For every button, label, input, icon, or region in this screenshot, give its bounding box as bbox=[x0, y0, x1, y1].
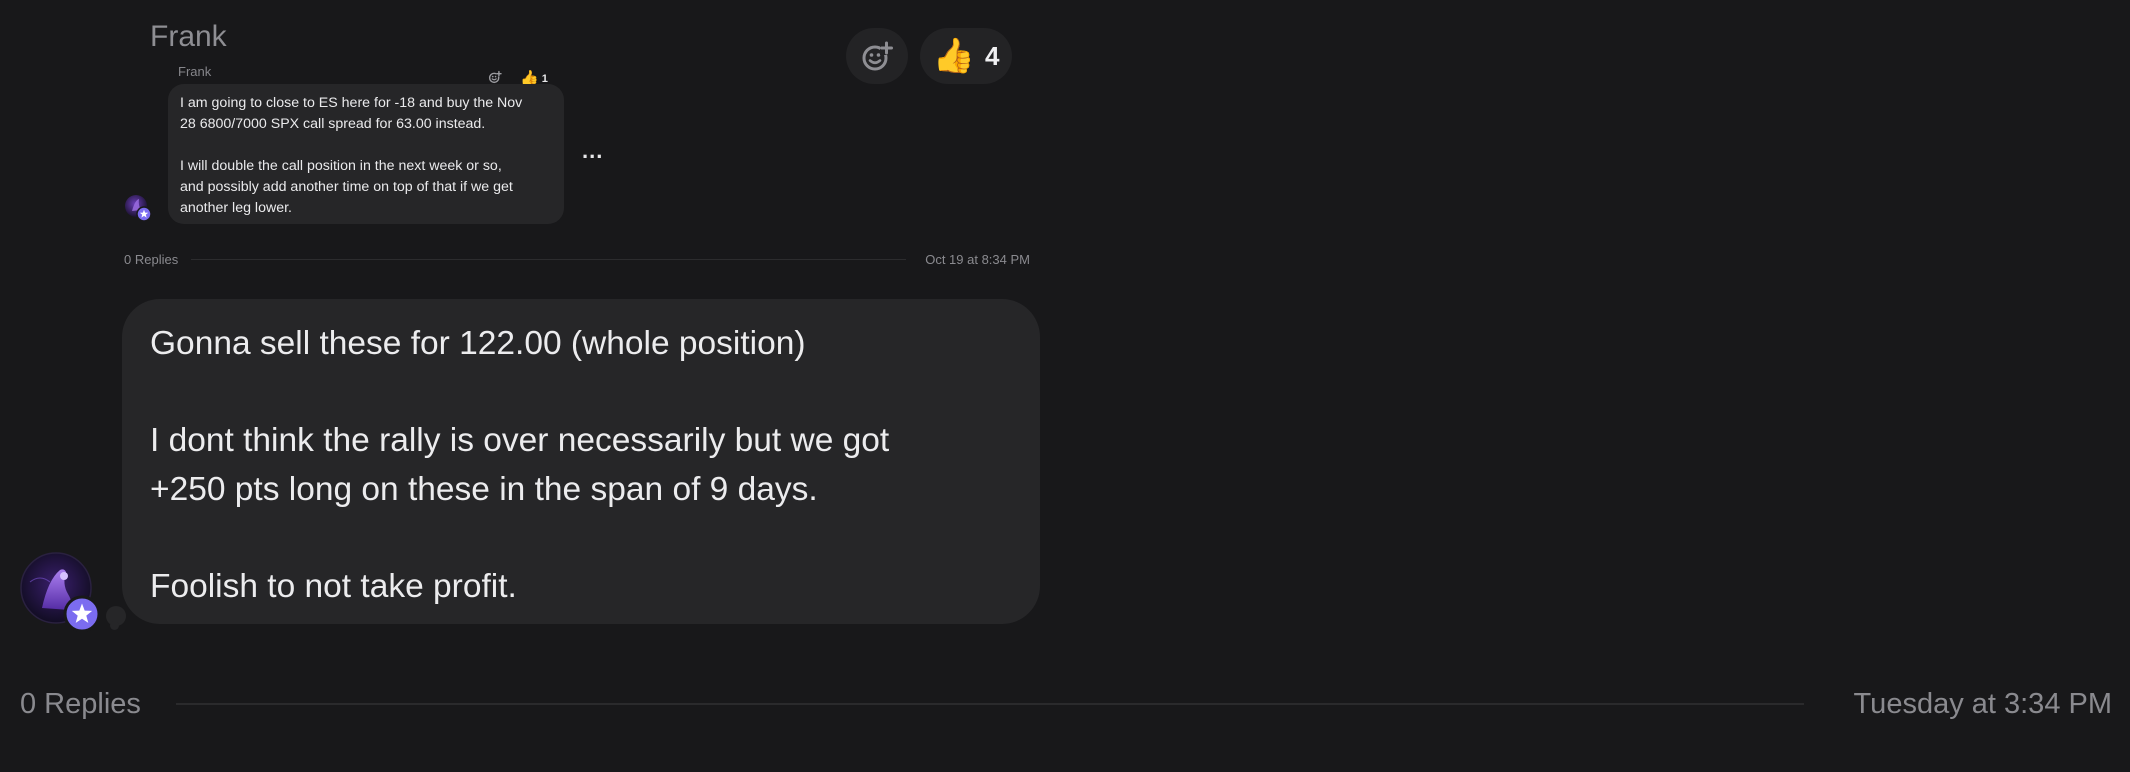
message-bubble[interactable]: Gonna sell these for 122.00 (whole posit… bbox=[122, 299, 1040, 624]
divider bbox=[191, 259, 906, 260]
reaction-count: 4 bbox=[984, 40, 1000, 71]
thumbs-up-reaction[interactable]: 👍 4 bbox=[920, 28, 1012, 84]
quoted-message-bubble[interactable]: I am going to close to ES here for -18 a… bbox=[168, 84, 564, 224]
add-reaction-button[interactable] bbox=[846, 28, 908, 84]
timestamp: Oct 19 at 8:34 PM bbox=[925, 252, 1030, 267]
quoted-replies-row: 0 Replies Oct 19 at 8:34 PM bbox=[124, 250, 1030, 268]
replies-link[interactable]: 0 Replies bbox=[124, 252, 178, 267]
avatar[interactable] bbox=[20, 552, 102, 634]
replies-link[interactable]: 0 Replies bbox=[20, 688, 141, 721]
timestamp: Tuesday at 3:34 PM bbox=[1853, 688, 2112, 720]
quoted-author: Frank bbox=[178, 64, 212, 79]
thumbs-up-icon: 👍 bbox=[932, 37, 975, 75]
divider bbox=[176, 703, 1804, 705]
add-reaction-icon bbox=[862, 41, 893, 71]
author-name[interactable]: Frank bbox=[150, 20, 227, 54]
bubble-tail bbox=[110, 621, 119, 630]
add-reaction-icon bbox=[488, 70, 502, 84]
avatar[interactable] bbox=[124, 194, 152, 222]
more-options-button[interactable]: ... bbox=[582, 138, 603, 164]
quoted-reaction-count: 1 bbox=[541, 72, 548, 85]
message-replies-row: 0 Replies Tuesday at 3:34 PM bbox=[20, 686, 2112, 722]
